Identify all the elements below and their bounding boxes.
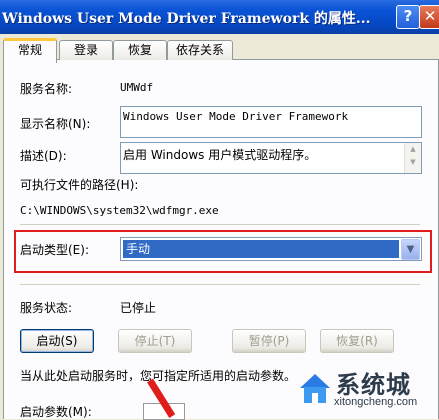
help-button[interactable]: ?	[396, 5, 420, 29]
watermark-logo: 系统城 xitongcheng.com	[294, 362, 439, 418]
chevron-down-icon[interactable]: ▼	[401, 239, 420, 260]
display-name-value: Windows User Mode Driver Framework	[123, 110, 349, 123]
description-scrollbar[interactable]: ▲ ▼	[404, 143, 421, 173]
service-status-value: 已停止	[120, 301, 157, 315]
watermark-text: 系统城	[336, 371, 411, 399]
service-name-label: 服务名称:	[20, 82, 73, 96]
startup-type-label: 启动类型(E):	[20, 243, 89, 257]
service-name-value: UMWdf	[120, 81, 154, 94]
hint-text: 当从此处启动服务时，您可指定所适用的启动参数。	[20, 369, 297, 383]
divider	[20, 224, 420, 226]
tab-general[interactable]: 常规	[3, 38, 57, 63]
description-value: 启用 Windows 用户模式驱动程序。	[123, 148, 317, 162]
stop-button[interactable]: 停止(T)	[118, 329, 192, 353]
exe-path-label: 可执行文件的路径(H):	[20, 178, 139, 192]
pause-button[interactable]: 暂停(P)	[232, 329, 306, 353]
divider	[20, 284, 420, 286]
description-field[interactable]: 启用 Windows 用户模式驱动程序。 ▲ ▼	[120, 142, 422, 174]
window-title: Windows User Mode Driver Framework 的属性..…	[2, 11, 371, 27]
tab-recovery[interactable]: 恢复	[113, 40, 167, 60]
scroll-down-icon[interactable]: ▼	[405, 156, 421, 169]
house-icon	[300, 374, 330, 403]
title-bar: Windows User Mode Driver Framework 的属性..…	[0, 0, 439, 34]
startup-type-select[interactable]: 手动 ▼	[120, 237, 422, 261]
scroll-up-icon[interactable]: ▲	[405, 143, 421, 156]
watermark-url: xitongcheng.com	[334, 396, 418, 408]
service-status-label: 服务状态:	[20, 301, 73, 315]
start-params-label: 启动参数(M):	[20, 405, 92, 419]
start-button[interactable]: 启动(S)	[20, 329, 94, 353]
tab-logon[interactable]: 登录	[59, 40, 113, 60]
tab-dependencies[interactable]: 依存关系	[167, 40, 233, 60]
startup-type-selected: 手动	[123, 240, 399, 258]
description-label: 描述(D):	[20, 149, 67, 163]
close-button[interactable]: ✕	[419, 5, 439, 29]
display-name-field[interactable]: Windows User Mode Driver Framework	[120, 106, 422, 138]
exe-path-value: C:\WINDOWS\system32\wdfmgr.exe	[20, 204, 219, 217]
display-name-label: 显示名称(N):	[20, 117, 91, 131]
resume-button[interactable]: 恢复(R)	[320, 329, 394, 353]
